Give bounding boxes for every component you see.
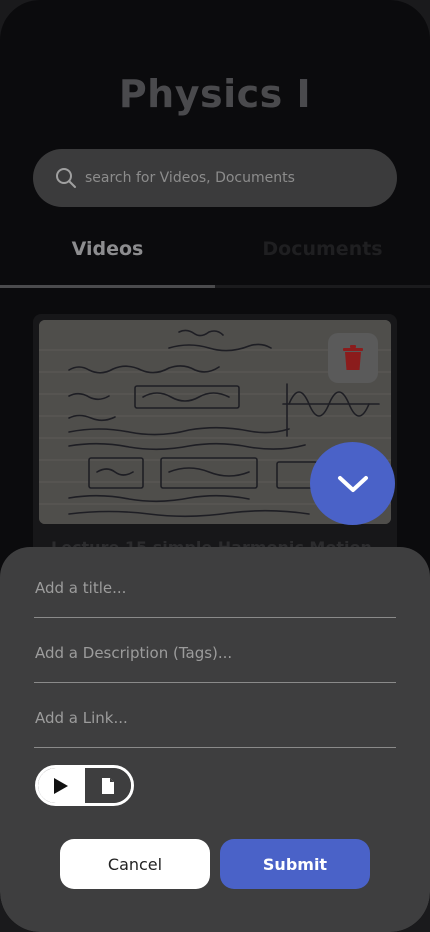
title-field (34, 553, 396, 618)
chevron-down-icon (337, 475, 368, 492)
page-title: Physics I (118, 72, 312, 116)
submit-button[interactable]: Submit (220, 839, 370, 889)
search-bar[interactable]: search for Videos, Documents (33, 149, 397, 207)
play-icon (54, 777, 69, 794)
link-field (34, 683, 396, 748)
content-type-toggle (35, 765, 134, 806)
tab-documents[interactable]: Documents (215, 238, 430, 260)
cancel-button[interactable]: Cancel (60, 839, 210, 889)
search-placeholder[interactable]: search for Videos, Documents (85, 170, 295, 186)
tab-active-indicator (0, 285, 215, 288)
description-field (34, 618, 396, 683)
trash-icon (343, 345, 363, 370)
delete-button[interactable] (328, 333, 378, 383)
search-icon (56, 168, 76, 188)
app-screen: Physics I search for Videos, Documents V… (0, 0, 430, 932)
description-input[interactable] (35, 644, 385, 662)
collapse-form-button[interactable] (310, 442, 395, 525)
add-content-sheet: Cancel Submit (0, 547, 430, 932)
tab-videos[interactable]: Videos (0, 238, 215, 260)
toggle-video-option[interactable] (38, 768, 85, 803)
toggle-document-option[interactable] (84, 768, 131, 803)
document-icon (101, 777, 114, 794)
title-input[interactable] (35, 579, 385, 597)
link-input[interactable] (35, 709, 385, 727)
tab-bar: Videos Documents (0, 238, 430, 290)
